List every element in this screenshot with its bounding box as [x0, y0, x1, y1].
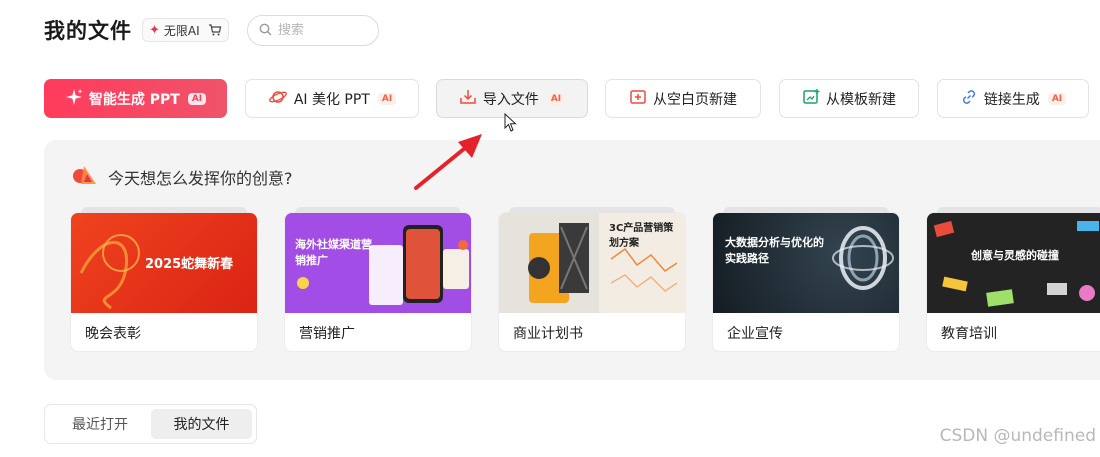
tab-my-files[interactable]: 我的文件: [151, 409, 252, 439]
ai-tag: AI: [187, 92, 207, 105]
template-thumbnail: 创意与灵感的碰撞: [927, 213, 1100, 313]
add-page-icon: [629, 88, 647, 110]
template-label: 营销推广: [299, 325, 355, 342]
import-icon: [459, 88, 477, 110]
mouse-cursor-icon: [504, 113, 517, 132]
template-icon: [802, 88, 820, 110]
template-thumbnail: 3C产品营销策划方案: [499, 213, 685, 313]
template-label: 晚会表彰: [85, 325, 141, 342]
template-label: 商业计划书: [513, 325, 583, 342]
page: 我的文件 ✦ 无限AI 智能生成 PPT AI AI 美化 PPT AI: [0, 0, 1100, 457]
template-thumbnail: 2025蛇舞新春: [71, 213, 257, 313]
creative-prompt: 今天想怎么发挥你的创意?: [72, 164, 293, 190]
thumbnail-title: 2025蛇舞新春: [145, 257, 234, 272]
template-label: 企业宣传: [727, 325, 783, 342]
button-label: 从模板新建: [826, 91, 896, 108]
template-card[interactable]: 3C产品营销策划方案 商业计划书: [498, 207, 686, 352]
search-input[interactable]: [278, 23, 368, 38]
thumbnail-title: 创意与灵感的碰撞: [971, 249, 1059, 262]
ai-beautify-ppt-button[interactable]: AI 美化 PPT AI: [245, 79, 419, 118]
button-label: 智能生成 PPT: [88, 91, 180, 108]
template-card[interactable]: 2025蛇舞新春 晚会表彰: [70, 207, 258, 352]
ai-tag: AI: [546, 92, 566, 105]
search-icon: [259, 21, 272, 40]
thumbnail-title: 3C产品营销策划方案: [609, 223, 674, 249]
button-label: 链接生成: [983, 91, 1040, 108]
template-card[interactable]: 大数据分析与优化的实践路径 企业宣传: [712, 207, 900, 352]
template-thumbnail: 大数据分析与优化的实践路径: [713, 213, 899, 313]
search-box[interactable]: [247, 15, 379, 46]
page-title: 我的文件: [44, 19, 132, 43]
button-label: 从空白页新建: [653, 91, 737, 108]
thumbnail-title: 海外社媒渠道营销推广: [295, 238, 372, 267]
template-thumbnail: 海外社媒渠道营销推广: [285, 213, 471, 313]
cart-icon[interactable]: [208, 23, 222, 37]
link-generate-button[interactable]: 链接生成 AI: [937, 79, 1089, 118]
new-from-template-button[interactable]: 从模板新建: [779, 79, 919, 118]
file-tabs: 最近打开 我的文件: [44, 404, 257, 444]
template-panel: 今天想怎么发挥你的创意? 2025蛇舞新春 晚会表彰 海外社媒渠道营销推广 营销…: [44, 140, 1100, 380]
sparkle-icon: [65, 88, 83, 110]
thumbnail-title: 大数据分析与优化的实践路径: [725, 236, 824, 265]
button-label: AI 美化 PPT: [293, 91, 370, 108]
annotation-arrow: [414, 134, 482, 190]
ai-tag: AI: [1047, 92, 1067, 105]
planet-icon: [268, 88, 288, 110]
button-label: 导入文件: [482, 91, 539, 108]
tab-recent[interactable]: 最近打开: [49, 409, 151, 439]
watermark: CSDN @undefined: [939, 426, 1096, 446]
badge-label: 无限AI: [163, 23, 200, 38]
brand-logo-icon: [72, 164, 98, 190]
template-card[interactable]: 海外社媒渠道营销推广 营销推广: [284, 207, 472, 352]
link-icon: [960, 88, 978, 110]
ai-tag: AI: [377, 92, 397, 105]
prompt-text: 今天想怎么发挥你的创意?: [108, 169, 293, 188]
template-label: 教育培训: [941, 325, 997, 342]
template-card[interactable]: 创意与灵感的碰撞 教育培训: [926, 207, 1100, 352]
sparkle-icon: ✦: [149, 22, 160, 38]
ai-generate-ppt-button[interactable]: 智能生成 PPT AI: [44, 79, 227, 118]
header: 我的文件 ✦ 无限AI: [44, 14, 229, 46]
unlimited-ai-badge[interactable]: ✦ 无限AI: [142, 18, 229, 42]
new-blank-button[interactable]: 从空白页新建: [605, 79, 761, 118]
